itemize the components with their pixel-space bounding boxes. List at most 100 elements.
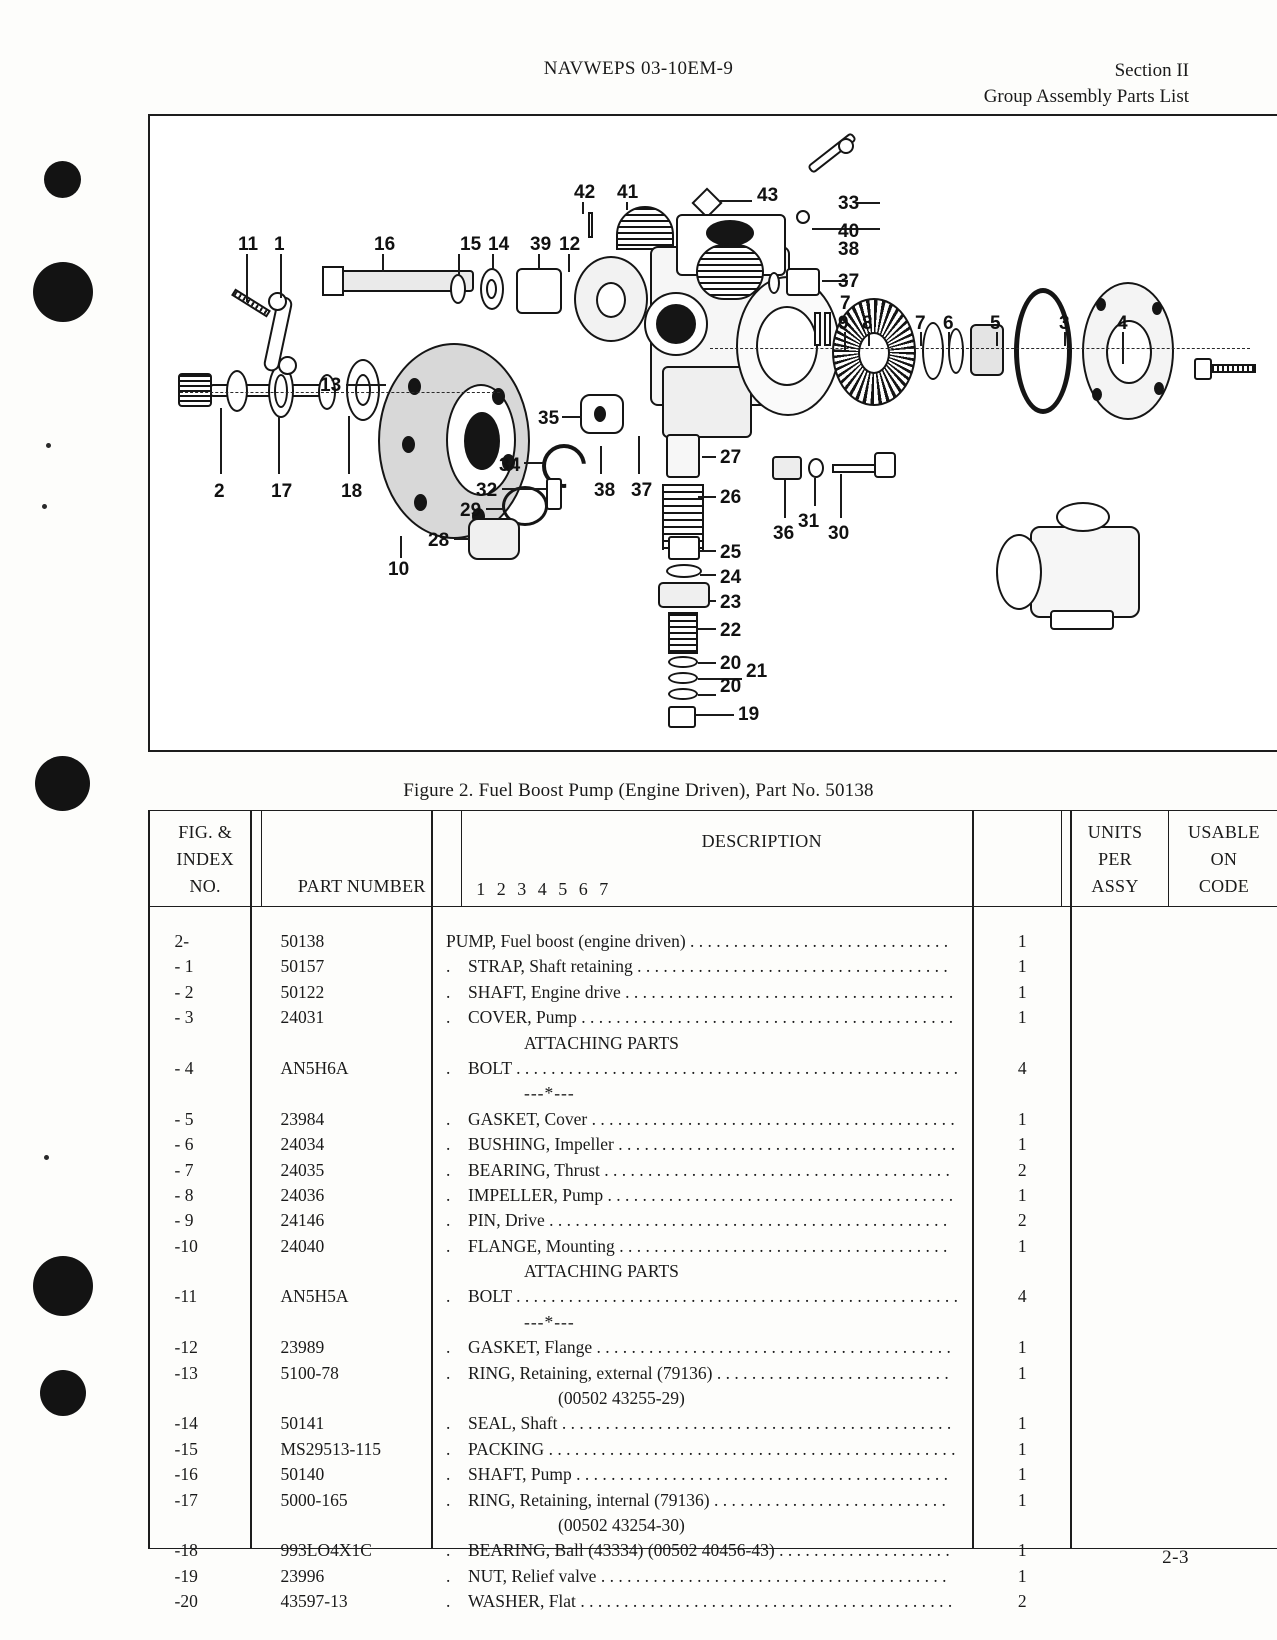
description-level-dot: .	[446, 1108, 451, 1129]
part-plug-37	[786, 268, 820, 296]
cell-part-number: 50157	[280, 956, 325, 977]
cell-description: . RING, Retaining, internal (79136) . . .…	[432, 1488, 974, 1513]
part-link-32	[546, 478, 562, 510]
cell-part-number: 993LO4X1C	[280, 1540, 372, 1561]
inset-assembled-pump-flange	[996, 534, 1042, 610]
cell-fig-index-no: -12	[174, 1337, 198, 1358]
part-bearing-17-inner	[274, 374, 288, 408]
description-dot-leader: . . . . . . . . . . . . . . . . . . . . …	[620, 981, 954, 1002]
part-relief-sleeve-27	[666, 434, 700, 478]
part-pump-body-lower	[662, 366, 752, 438]
description-level-dot: .	[446, 1489, 451, 1510]
figure-callout-13: 13	[320, 375, 342, 396]
parts-table-row: - 8 24036. IMPELLER, Pump . . . . . . . . …	[149, 1183, 1277, 1208]
parts-table-row: -15 MS29513-115. PACKING . . . . . . . . .…	[149, 1437, 1277, 1462]
description-dot-leader: . . . . . . . . . . . . . . . . . . . . …	[712, 1362, 949, 1383]
part-flange-hole-3	[414, 494, 427, 511]
description-level-dot: .	[446, 1235, 451, 1256]
description-text: NUT, Relief valve	[468, 1565, 597, 1586]
figure-callout-8: 8	[862, 313, 873, 334]
part-washer-31	[808, 458, 824, 478]
page-folio: 2-3	[1162, 1547, 1189, 1568]
cell-units-per-assy: 1	[1017, 1235, 1027, 1256]
cell-fig-index-no: -17	[174, 1489, 198, 1510]
part-cover-gasket-5	[1014, 288, 1072, 414]
leader-34	[524, 462, 544, 464]
cell-description: . FLANGE, Mounting . . . . . . . . . . . …	[432, 1234, 974, 1259]
part-ball-bearing-18-inner	[355, 374, 371, 406]
description-level-dot: .	[446, 1540, 451, 1561]
cell-fig-index-no: -13	[174, 1362, 198, 1383]
description-text: SHAFT, Pump	[468, 1464, 572, 1485]
description-dot-leader: . . . . . . . . . . . . . . . . . . . . …	[557, 1413, 952, 1434]
leader-30	[840, 474, 842, 518]
figure-callout-10: 10	[388, 559, 410, 580]
cell-units-per-assy: 2	[1017, 1591, 1027, 1612]
figure-callout-36: 36	[773, 523, 795, 544]
description-text: STRAP, Shaft retaining	[468, 956, 633, 977]
leader-3	[1064, 332, 1066, 346]
leader-6	[948, 332, 950, 346]
description-level-dot: .	[446, 1007, 451, 1028]
description-dot-leader: . . . . . . . . . . . . . . . . . . . . …	[511, 1057, 959, 1078]
leader-32	[502, 488, 546, 490]
cell-description: . BOLT . . . . . . . . . . . . . . . . . …	[432, 1284, 974, 1309]
parts-table-row: -11 AN5H5A. BOLT . . . . . . . . . . . . .…	[149, 1284, 1277, 1309]
part-strap-eye-bottom	[278, 356, 297, 375]
cell-fig-index-no: - 4	[174, 1057, 194, 1078]
description-level-dot: .	[446, 1159, 451, 1180]
description-level-dot: .	[446, 1337, 451, 1358]
description-text: PUMP, Fuel boost (engine driven)	[446, 931, 686, 951]
figure-callout-33: 33	[838, 193, 860, 214]
hole-punch-mark-2	[33, 262, 93, 322]
cell-units-per-assy: 2	[1017, 1210, 1027, 1231]
figure-callout-28: 28	[428, 530, 450, 551]
description-dot-leader: . . . . . . . . . . . . . . . . . . . . …	[511, 1286, 959, 1307]
leader-9	[844, 332, 846, 350]
section-label: Section II	[1114, 60, 1189, 81]
cell-description: . SHAFT, Pump . . . . . . . . . . . . . .…	[432, 1462, 974, 1487]
description-dot-leader: . . . . . . . . . . . . . . . . . . . . …	[596, 1565, 947, 1586]
part-fitting-23	[658, 582, 710, 608]
leader-39	[538, 254, 540, 270]
leader-37l	[638, 436, 640, 474]
header-units-per-assy: UNITS PER ASSY	[1061, 810, 1169, 907]
leader-43	[720, 200, 752, 202]
description-level-dot: .	[446, 956, 451, 977]
cell-fig-index-no: -19	[174, 1565, 198, 1586]
figure-callout-2: 2	[214, 481, 225, 502]
cell-description: . RING, Retaining, external (79136) . . .…	[432, 1361, 974, 1386]
part-threaded-plug-22	[668, 612, 698, 654]
cell-fig-index-no: -11	[174, 1286, 198, 1307]
leader-5	[996, 332, 998, 346]
figure-callout-1: 1	[274, 234, 285, 255]
cell-part-number: 5100-78	[280, 1362, 339, 1383]
figure-callout-27: 27	[720, 447, 742, 468]
cell-fig-index-no: -20	[174, 1591, 198, 1612]
figure-callout-14: 14	[488, 234, 510, 255]
parts-table-row: - 3 24031. COVER, Pump . . . . . . . . . .…	[149, 1005, 1277, 1030]
centerline-body	[710, 348, 1250, 349]
leader-4	[1122, 332, 1124, 364]
part-splined-shaft-end	[178, 373, 212, 407]
table-body-cell: 2- 50138 PUMP, Fuel boost (engine driven) …	[149, 907, 1277, 1640]
part-flat-washer-20a	[668, 656, 698, 668]
leader-26	[698, 496, 716, 498]
leader-19	[696, 714, 734, 716]
leader-27	[702, 456, 716, 458]
part-flat-washer-20b	[668, 688, 698, 700]
parts-table-row: -17 5000-165. RING, Retaining, internal (7…	[149, 1488, 1277, 1513]
part-screw-30-shank	[832, 464, 878, 473]
attaching-parts-note-row: ATTACHING PARTS	[149, 1031, 1277, 1056]
description-dot-leader: . . . . . . . . . . . . . . . . . . . . …	[632, 956, 948, 977]
parts-table-row: - 5 23984. GASKET, Cover . . . . . . . . .…	[149, 1107, 1277, 1132]
leader-25	[700, 550, 716, 552]
figure-callout-34: 34	[499, 455, 521, 476]
part-gasket-12-bore	[596, 282, 626, 318]
part-washer-24	[666, 564, 702, 578]
attaching-parts-end-marker-row: ---*---	[149, 1310, 1277, 1335]
description-level-dot: .	[446, 1210, 451, 1231]
description-dot-leader: . . . . . . . . . . . . . . . . . . . . …	[599, 1159, 950, 1180]
cell-units-per-assy: 1	[1017, 1007, 1027, 1028]
part-washer-38	[768, 272, 780, 294]
